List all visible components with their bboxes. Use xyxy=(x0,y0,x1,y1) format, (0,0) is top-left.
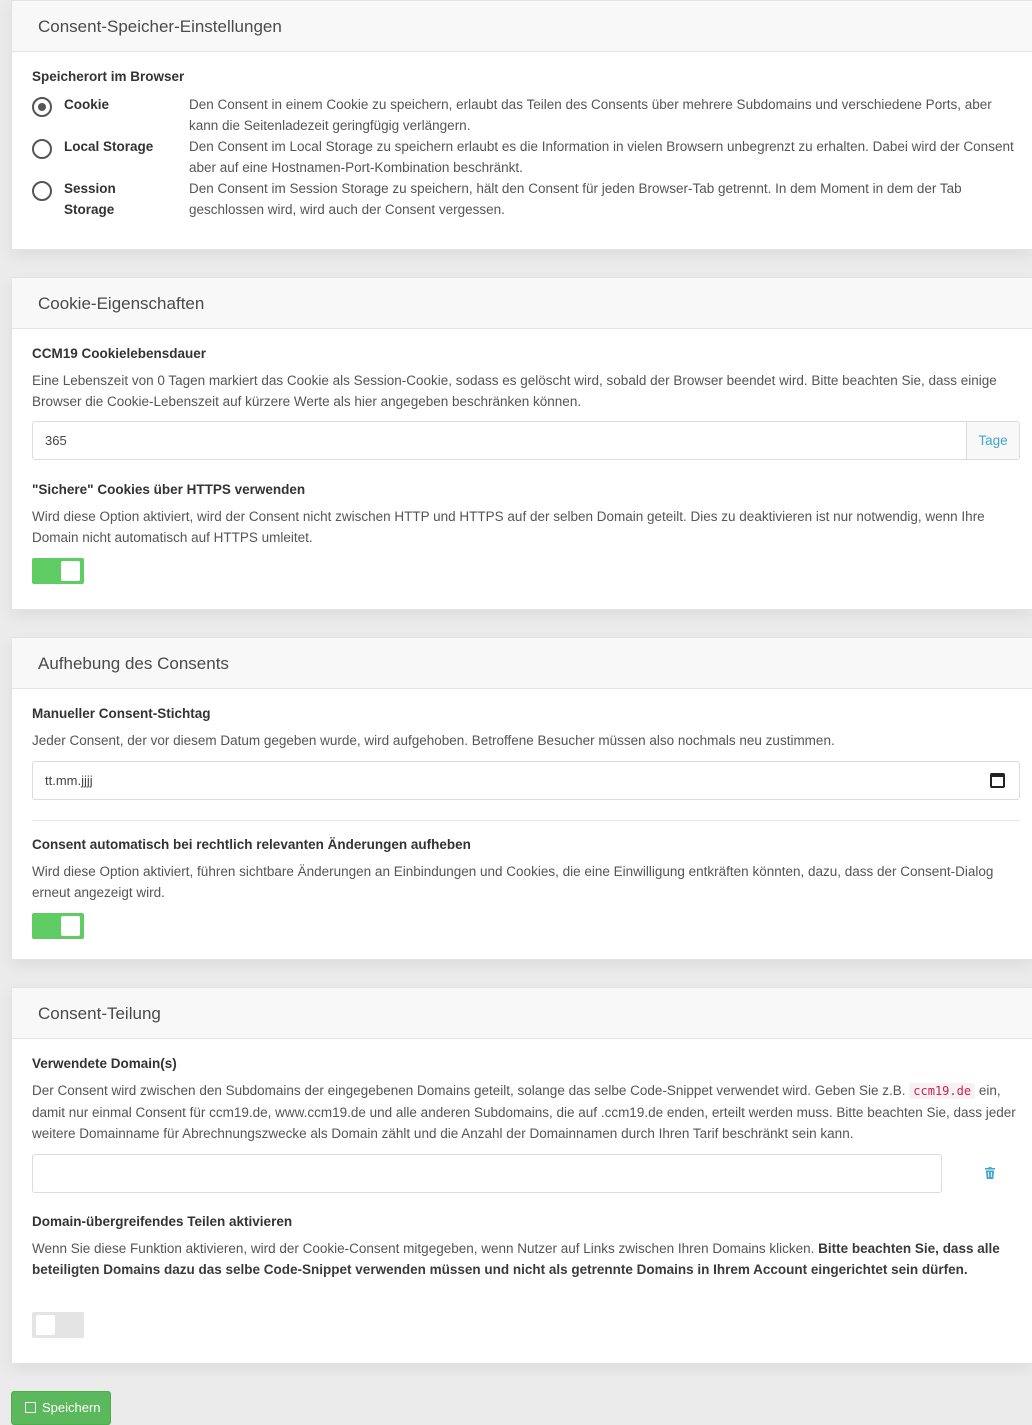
storage-settings-header: Consent-Speicher-Einstellungen xyxy=(12,1,1032,52)
cross-domain-label: Domain-übergreifendes Teilen aktivieren xyxy=(32,1214,293,1229)
storage-settings-card: Consent-Speicher-Einstellungen Speichero… xyxy=(11,0,1032,250)
radio-label: Cookie xyxy=(64,97,110,112)
domain-example-code: ccm19.de xyxy=(909,1083,976,1099)
cross-domain-description-text: Wenn Sie diese Funktion aktivieren, wird… xyxy=(32,1241,815,1256)
trash-icon[interactable] xyxy=(985,1167,995,1179)
radio-description: Den Consent in einem Cookie zu speichern… xyxy=(189,97,992,133)
radio-label: Session Storage xyxy=(64,181,116,217)
calendar-icon[interactable] xyxy=(990,773,1005,788)
radio-option-session-storage[interactable]: Session Storage Den Consent im Session S… xyxy=(32,178,1020,220)
cross-domain-description: Wenn Sie diese Funktion aktivieren, wird… xyxy=(32,1238,1020,1280)
domains-description-part1: Der Consent wird zwischen den Subdomains… xyxy=(32,1083,906,1098)
cross-domain-toggle[interactable] xyxy=(32,1312,84,1338)
radio-description: Den Consent im Local Storage zu speicher… xyxy=(189,139,1014,175)
toggle-knob xyxy=(61,561,80,581)
manual-date-label: Manueller Consent-Stichtag xyxy=(32,706,211,721)
divider xyxy=(32,820,1020,821)
secure-cookies-toggle[interactable] xyxy=(32,558,84,584)
radio-button-cookie[interactable] xyxy=(32,97,52,117)
consent-sharing-card: Consent-Teilung Verwendete Domain(s) Der… xyxy=(11,987,1032,1364)
auto-revoke-label: Consent automatisch bei rechtlich releva… xyxy=(32,837,471,852)
domains-description: Der Consent wird zwischen den Subdomains… xyxy=(32,1080,1020,1144)
cookie-lifetime-input[interactable]: 365 xyxy=(45,422,67,459)
auto-revoke-toggle[interactable] xyxy=(32,913,84,939)
consent-revocation-card: Aufhebung des Consents Manueller Consent… xyxy=(11,637,1032,960)
radio-option-local-storage[interactable]: Local Storage Den Consent im Local Stora… xyxy=(32,136,1020,178)
save-button[interactable]: Speichern xyxy=(11,1391,111,1425)
radio-button-session-storage[interactable] xyxy=(32,181,52,201)
consent-revocation-header: Aufhebung des Consents xyxy=(12,638,1032,689)
cookie-lifetime-unit: Tage xyxy=(966,422,1019,459)
domains-label: Verwendete Domain(s) xyxy=(32,1056,177,1071)
date-placeholder: tt.mm.jjjj xyxy=(45,773,93,788)
domain-input[interactable] xyxy=(32,1154,942,1193)
auto-revoke-description: Wird diese Option aktiviert, führen sich… xyxy=(32,864,994,900)
radio-label: Local Storage xyxy=(64,139,154,154)
toggle-knob xyxy=(36,1315,55,1335)
floppy-disk-icon xyxy=(25,1402,36,1413)
secure-cookies-label: "Sichere" Cookies über HTTPS verwenden xyxy=(32,482,306,497)
secure-cookies-description: Wird diese Option aktiviert, wird der Co… xyxy=(32,509,985,545)
cookie-lifetime-input-group: 365 Tage xyxy=(32,421,1020,460)
toggle-knob xyxy=(61,916,80,936)
radio-option-cookie[interactable]: Cookie Den Consent in einem Cookie zu sp… xyxy=(32,94,1020,136)
storage-location-label: Speicherort im Browser xyxy=(32,69,185,84)
cookie-lifetime-label: CCM19 Cookielebensdauer xyxy=(32,346,207,361)
manual-date-input[interactable]: tt.mm.jjjj xyxy=(32,761,1020,800)
radio-button-local-storage[interactable] xyxy=(32,139,52,159)
cookie-properties-header: Cookie-Eigenschaften xyxy=(12,278,1032,329)
consent-sharing-header: Consent-Teilung xyxy=(12,988,1032,1039)
radio-description: Den Consent im Session Storage zu speich… xyxy=(189,181,962,217)
cookie-properties-card: Cookie-Eigenschaften CCM19 Cookielebensd… xyxy=(11,277,1032,610)
cookie-lifetime-description: Eine Lebenszeit von 0 Tagen markiert das… xyxy=(32,373,997,409)
manual-date-description: Jeder Consent, der vor diesem Datum gege… xyxy=(32,733,835,748)
save-button-label: Speichern xyxy=(42,1400,101,1415)
